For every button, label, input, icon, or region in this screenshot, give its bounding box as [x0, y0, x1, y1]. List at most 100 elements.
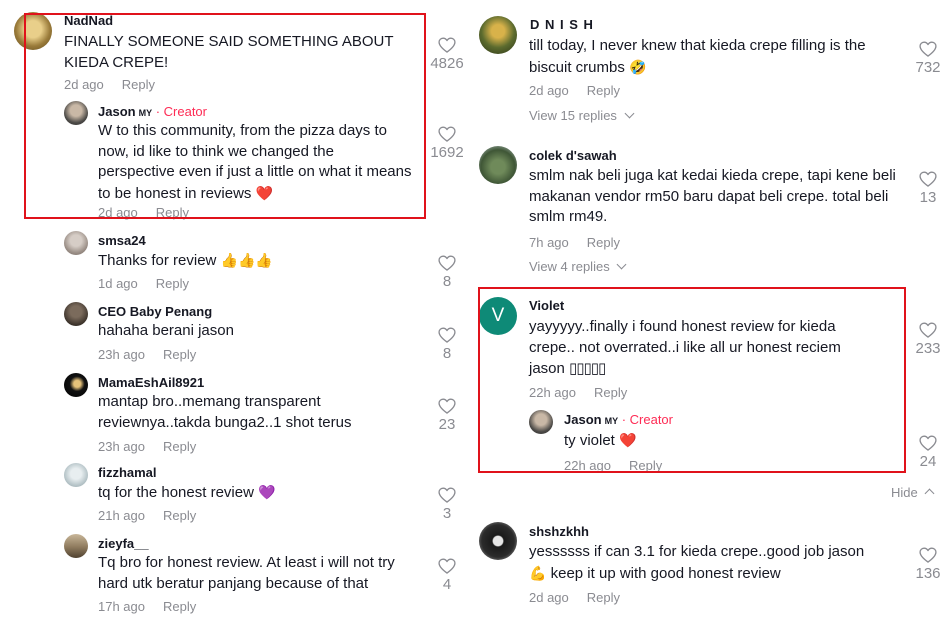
reply-button[interactable]: Reply — [587, 235, 620, 250]
like-count: 233 — [915, 340, 941, 357]
heart-icon — [437, 253, 457, 273]
comment-meta: 17h ago Reply — [98, 599, 196, 614]
heart-icon — [437, 325, 457, 345]
comment-body: Thanks for review — [98, 252, 217, 269]
comment-meta: 7h ago Reply — [529, 235, 620, 250]
like-count: 4 — [442, 576, 452, 593]
comment-meta: 23h ago Reply — [98, 439, 196, 454]
like-button[interactable]: 1692 — [427, 124, 467, 161]
avatar[interactable] — [64, 534, 88, 558]
comment-author[interactable]: smsa24 — [98, 233, 146, 248]
hide-label: Hide — [891, 485, 918, 500]
comment-time: 17h ago — [98, 599, 145, 614]
heart-icon — [437, 556, 457, 576]
like-count: 8 — [442, 273, 452, 290]
view-replies-label: View 4 replies — [529, 259, 610, 274]
heart-icon — [437, 485, 457, 505]
purple-heart-emoji: 💜 — [258, 484, 276, 500]
like-button[interactable]: 13 — [908, 169, 948, 206]
comment-meta: 1d ago Reply — [98, 276, 189, 291]
chevron-down-icon — [624, 108, 634, 119]
comment-text: yessssss if can 3.1 for kieda crepe..goo… — [529, 542, 899, 584]
like-count: 8 — [442, 345, 452, 362]
comment-text: mantap bro..memang transparent reviewnya… — [98, 393, 352, 431]
comment-author[interactable]: zieyfa__ — [98, 536, 149, 551]
like-count: 13 — [919, 189, 937, 206]
heart-icon — [437, 124, 457, 144]
comment-time: 2d ago — [529, 590, 569, 605]
reply-button[interactable]: Reply — [163, 599, 196, 614]
like-count: 4826 — [430, 55, 464, 72]
rofl-emoji: 🤣 — [629, 58, 647, 75]
like-button[interactable]: 8 — [427, 325, 467, 362]
comment-text: till today, I never knew that kieda crep… — [529, 36, 904, 78]
comment-meta: 21h ago Reply — [98, 508, 196, 523]
heart-icon — [918, 545, 938, 565]
view-replies-button[interactable]: View 4 replies — [529, 259, 627, 274]
comment-body-line2: keep it up with good honest review — [550, 564, 781, 582]
like-count: 24 — [919, 453, 937, 470]
highlight-box — [24, 13, 426, 219]
avatar[interactable] — [64, 373, 88, 397]
reply-button[interactable]: Reply — [163, 347, 196, 362]
heart-icon — [918, 320, 938, 340]
avatar[interactable] — [64, 463, 88, 487]
comment-author[interactable]: fizzhamal — [98, 465, 157, 480]
comment-text: hahaha berani jason — [98, 322, 234, 339]
like-count: 136 — [915, 565, 941, 582]
comment-meta: 2d ago Reply — [529, 83, 620, 98]
comment-author[interactable]: D N I S H — [530, 17, 594, 32]
like-button[interactable]: 233 — [908, 320, 948, 357]
chevron-down-icon — [616, 259, 627, 270]
heart-icon — [918, 39, 938, 59]
comment-author[interactable]: shshzkhh — [529, 524, 589, 539]
highlight-box — [478, 287, 906, 473]
comment-time: 1d ago — [98, 276, 138, 291]
view-replies-button[interactable]: View 15 replies — [529, 108, 634, 123]
thumbs-up-emoji: 👍👍👍 — [220, 252, 273, 268]
comment-time: 21h ago — [98, 508, 145, 523]
comment-meta: 2d ago Reply — [529, 590, 620, 605]
like-button[interactable]: 24 — [908, 433, 948, 470]
comment-body: tq for the honest review — [98, 484, 254, 501]
avatar[interactable] — [479, 522, 517, 560]
comment-text: Thanks for review 👍👍👍 — [98, 250, 418, 272]
like-button[interactable]: 136 — [908, 545, 948, 582]
avatar[interactable] — [479, 146, 517, 184]
reply-button[interactable]: Reply — [163, 439, 196, 454]
reply-button[interactable]: Reply — [587, 83, 620, 98]
view-replies-label: View 15 replies — [529, 108, 617, 123]
reply-button[interactable]: Reply — [156, 276, 189, 291]
like-count: 3 — [442, 505, 452, 522]
avatar[interactable] — [64, 231, 88, 255]
avatar[interactable] — [64, 302, 88, 326]
like-button[interactable]: 4826 — [427, 35, 467, 72]
comment-author[interactable]: colek d'sawah — [529, 148, 617, 163]
comment-time: 7h ago — [529, 235, 569, 250]
flexed-arm-emoji: 💪 — [529, 564, 547, 581]
chevron-up-icon — [924, 488, 935, 499]
like-button[interactable]: 4 — [427, 556, 467, 593]
comment-author[interactable]: MamaEshAil8921 — [98, 375, 204, 390]
heart-icon — [437, 396, 457, 416]
reply-button[interactable]: Reply — [163, 508, 196, 523]
reply-button[interactable]: Reply — [587, 590, 620, 605]
hide-replies-button[interactable]: Hide — [891, 485, 935, 500]
avatar[interactable] — [479, 16, 517, 54]
like-button[interactable]: 3 — [427, 485, 467, 522]
comment-body: yessssss if can 3.1 for kieda crepe..goo… — [529, 543, 865, 560]
like-count: 1692 — [430, 144, 464, 161]
comment-text: smlm nak beli juga kat kedai kieda crepe… — [529, 167, 896, 225]
heart-icon — [437, 35, 457, 55]
comment-time: 23h ago — [98, 439, 145, 454]
comment-time: 2d ago — [529, 83, 569, 98]
like-count: 732 — [915, 59, 941, 76]
comment-time: 23h ago — [98, 347, 145, 362]
comment-author[interactable]: CEO Baby Penang — [98, 304, 212, 319]
like-button[interactable]: 732 — [908, 39, 948, 76]
like-count: 23 — [438, 416, 456, 433]
like-button[interactable]: 8 — [427, 253, 467, 290]
comment-text: tq for the honest review 💜 — [98, 482, 418, 504]
like-button[interactable]: 23 — [427, 396, 467, 433]
comment-meta: 23h ago Reply — [98, 347, 196, 362]
